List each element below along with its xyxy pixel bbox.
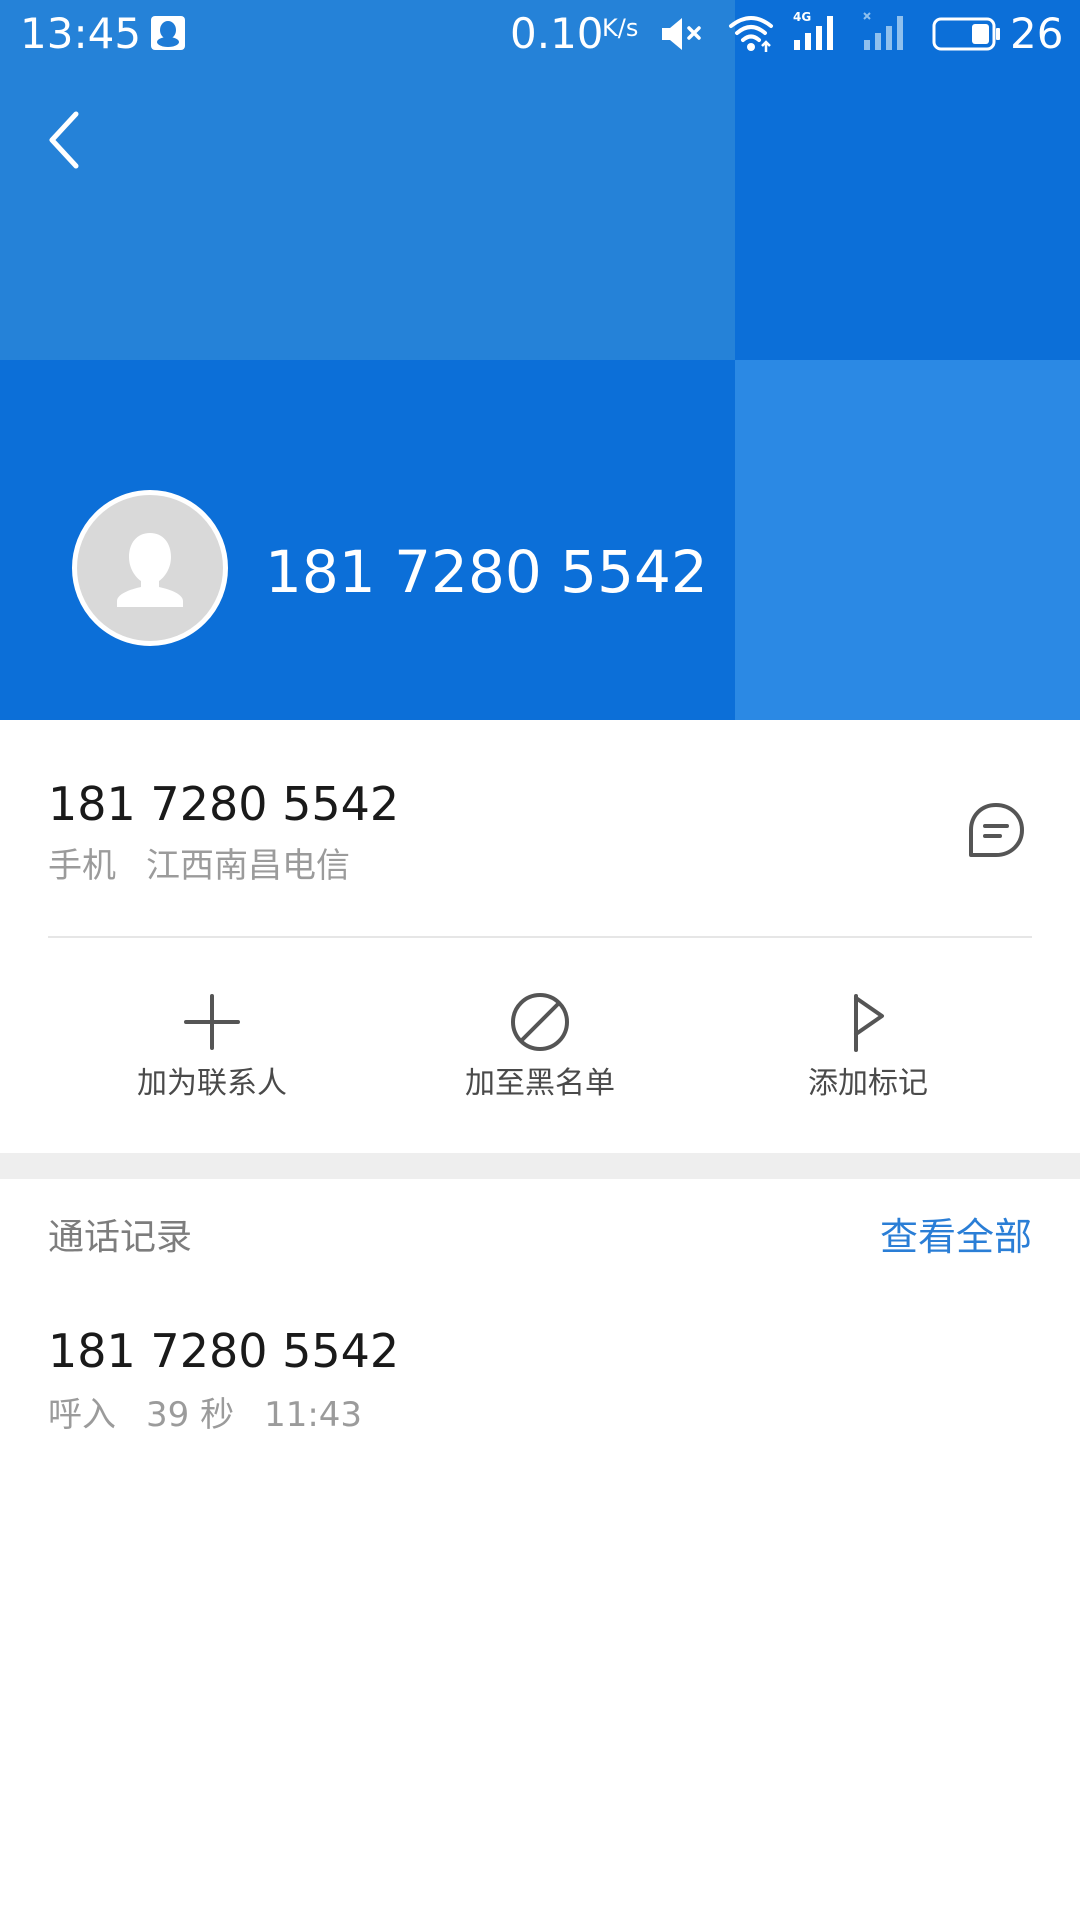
number-info: 手机 江西南昌电信 bbox=[48, 844, 350, 888]
number-section: 181 7280 5542 手机 江西南昌电信 bbox=[0, 720, 1080, 938]
header-phone-number: 181 7280 5542 bbox=[265, 538, 708, 606]
send-message-button[interactable] bbox=[965, 800, 1027, 862]
add-to-blacklist-label: 加至黑名单 bbox=[465, 1066, 615, 1101]
call-log-item[interactable]: 181 7280 5542 呼入 39 秒 11:43 bbox=[0, 1299, 1080, 1449]
battery-icon bbox=[932, 17, 1000, 51]
net-speed: 0.10 bbox=[510, 9, 604, 58]
status-bar: 13:45 0.10 K/s 4G 26 bbox=[0, 0, 1080, 68]
section-separator bbox=[0, 1153, 1080, 1179]
add-contact-label: 加为联系人 bbox=[137, 1066, 287, 1101]
status-time: 13:45 bbox=[20, 9, 142, 58]
view-all-link[interactable]: 查看全部 bbox=[880, 1213, 1032, 1261]
call-log-section: 通话记录 查看全部 181 7280 5542 呼入 39 秒 11:43 bbox=[0, 1179, 1080, 1920]
qq-icon bbox=[151, 16, 185, 50]
add-to-blacklist-button[interactable]: 加至黑名单 bbox=[390, 990, 690, 1120]
action-row: 加为联系人 加至黑名单 添加标记 bbox=[0, 938, 1080, 1153]
number-location: 江西南昌电信 bbox=[146, 846, 350, 886]
net-speed-unit: K/s bbox=[602, 14, 639, 42]
call-log-title: 通话记录 bbox=[48, 1217, 193, 1258]
person-icon bbox=[117, 533, 183, 607]
svg-text:4G: 4G bbox=[793, 10, 811, 24]
call-log-number: 181 7280 5542 bbox=[48, 1324, 400, 1378]
message-icon bbox=[969, 803, 1024, 857]
add-tag-label: 添加标记 bbox=[808, 1066, 928, 1101]
battery-level: 26 bbox=[1010, 9, 1064, 58]
call-time: 11:43 bbox=[264, 1395, 363, 1435]
avatar bbox=[72, 490, 228, 646]
signal-nosim-icon bbox=[863, 12, 903, 50]
flag-icon bbox=[854, 994, 884, 1052]
chevron-left-icon bbox=[49, 111, 79, 169]
call-log-meta: 呼入 39 秒 11:43 bbox=[48, 1393, 362, 1437]
contact-header: 13:45 0.10 K/s 4G 26 181 7280 5542 bbox=[0, 0, 1080, 720]
call-direction: 呼入 bbox=[48, 1395, 116, 1435]
call-duration: 39 秒 bbox=[146, 1395, 235, 1435]
plus-icon bbox=[184, 994, 240, 1050]
signal-4g-icon: 4G bbox=[793, 10, 833, 50]
block-icon bbox=[511, 993, 569, 1051]
add-tag-button[interactable]: 添加标记 bbox=[718, 990, 1018, 1120]
add-contact-button[interactable]: 加为联系人 bbox=[62, 990, 362, 1120]
wifi-icon bbox=[729, 16, 773, 52]
back-button[interactable] bbox=[40, 100, 90, 180]
header-tile-bottom-right bbox=[735, 360, 1080, 720]
mute-icon bbox=[662, 18, 701, 50]
number-type: 手机 bbox=[48, 846, 116, 886]
phone-number[interactable]: 181 7280 5542 bbox=[48, 776, 399, 832]
